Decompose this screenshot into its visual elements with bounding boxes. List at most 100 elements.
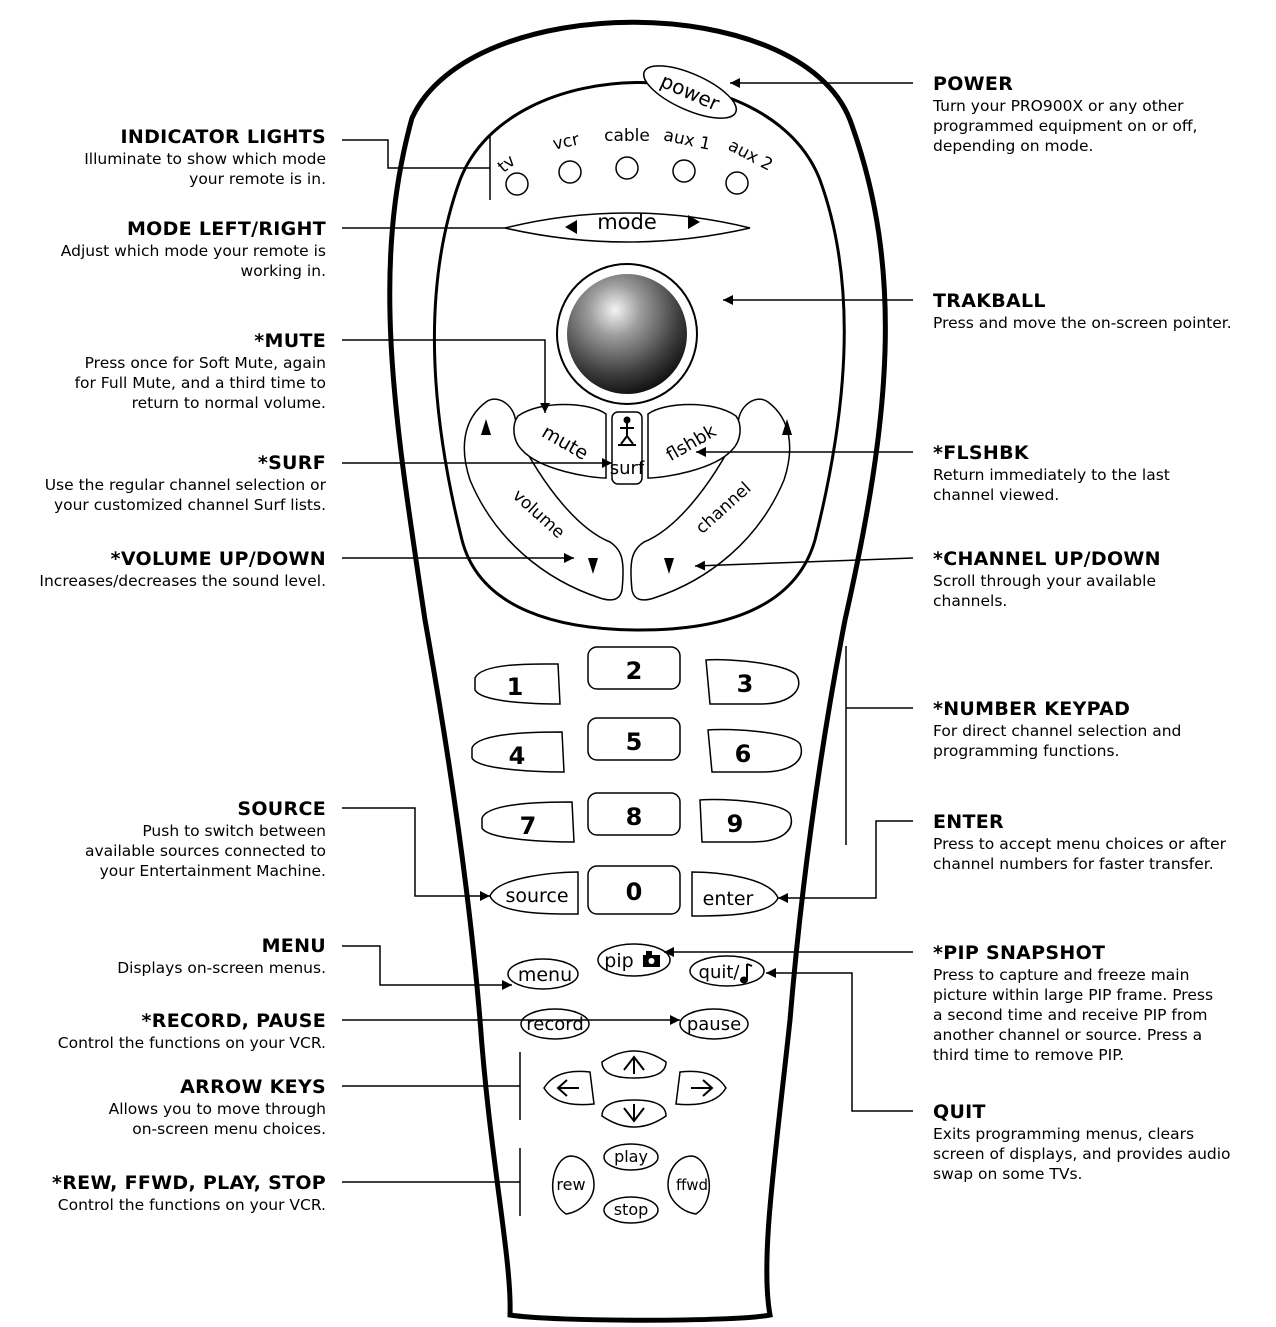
annotation-desc-line: Control the functions on your VCR.	[57, 1196, 326, 1214]
annotation-title: *CHANNEL UP/DOWN	[933, 548, 1161, 570]
annotation-desc-line: for Full Mute, and a third time to	[74, 374, 326, 392]
svg-text:3: 3	[737, 670, 754, 698]
annotation-desc-line: Press to accept menu choices or after	[933, 835, 1226, 853]
light-aux2	[725, 171, 749, 195]
key-8[interactable]: 8	[587, 792, 681, 836]
annotation-enter: ENTER Press to accept menu choices or af…	[933, 810, 1226, 874]
annotation-title: *REW, FFWD, PLAY, STOP	[52, 1172, 326, 1194]
annotation-desc-line: on-screen menu choices.	[132, 1120, 326, 1138]
annotation-desc-line: return to normal volume.	[131, 394, 326, 412]
annotation-indicator-lights: INDICATOR LIGHTS Illuminate to show whic…	[84, 125, 326, 189]
pause-label: pause	[687, 1014, 741, 1035]
svg-text:5: 5	[626, 728, 643, 756]
light-vcr	[558, 160, 582, 184]
svg-text:6: 6	[735, 740, 752, 768]
annotation-desc-line: screen of displays, and provides audio	[933, 1145, 1231, 1163]
light-cable	[615, 156, 639, 180]
mode-label: mode	[597, 210, 657, 234]
svg-text:0: 0	[626, 878, 643, 906]
svg-text:play: play	[614, 1147, 648, 1166]
annotation-desc-line: swap on some TVs.	[933, 1165, 1083, 1183]
annotation-title: MENU	[261, 935, 326, 957]
annotation-desc-line: channels.	[933, 592, 1008, 610]
annotation-title: POWER	[933, 73, 1014, 95]
svg-text:stop: stop	[614, 1200, 649, 1219]
annotation-mute: *MUTE Press once for Soft Mute, again fo…	[75, 329, 326, 413]
key-1[interactable]: 1	[474, 663, 561, 705]
trakball[interactable]	[556, 263, 698, 405]
annotation-desc-line: working in.	[240, 262, 326, 280]
annotation-desc-line: picture within large PIP frame. Press	[933, 986, 1214, 1004]
annotation-desc-line: Press once for Soft Mute, again	[84, 354, 326, 372]
annotation-desc-line: a second time and receive PIP from	[933, 1006, 1208, 1024]
svg-text:4: 4	[509, 742, 526, 770]
surf-button[interactable]: surf	[610, 411, 645, 485]
annotation-title: *FLSHBK	[933, 442, 1029, 464]
stop-button[interactable]: stop	[603, 1196, 659, 1224]
annotation-desc-line: Press to capture and freeze main	[933, 966, 1190, 984]
annotation-desc-line: Exits programming menus, clears	[933, 1125, 1195, 1143]
annotation-desc-line: Control the functions on your VCR.	[57, 1034, 326, 1052]
play-button[interactable]: play	[603, 1143, 659, 1171]
record-button[interactable]: record	[520, 1008, 590, 1040]
annotation-trakball: TRAKBALL Press and move the on-screen po…	[933, 289, 1232, 333]
svg-text:9: 9	[727, 810, 744, 838]
annotation-flshbk: *FLSHBK Return immediately to the last c…	[933, 441, 1170, 505]
annotation-arrow-keys: ARROW KEYS Allows you to move through on…	[109, 1075, 326, 1139]
annotation-desc-line: For direct channel selection and	[933, 722, 1182, 740]
annotation-surf: *SURF Use the regular channel selection …	[45, 451, 326, 515]
pip-label: pip	[604, 950, 633, 972]
annotation-desc-line: your customized channel Surf lists.	[53, 496, 326, 514]
annotation-desc-line: your remote is in.	[189, 170, 326, 188]
annotation-title: *PIP SNAPSHOT	[933, 942, 1106, 964]
annotation-desc-line: Illuminate to show which mode	[84, 150, 326, 168]
annotation-desc-line: available sources connected to	[84, 842, 326, 860]
source-label: source	[505, 885, 568, 907]
annotation-keypad: *NUMBER KEYPAD For direct channel select…	[933, 697, 1181, 761]
annotation-source: SOURCE Push to switch between available …	[85, 797, 326, 881]
annotation-title: *RECORD, PAUSE	[141, 1010, 326, 1032]
annotation-title: *SURF	[257, 452, 326, 474]
pause-button[interactable]: pause	[679, 1008, 749, 1040]
annotation-desc-line: Adjust which mode your remote is	[60, 242, 326, 260]
menu-label: menu	[518, 964, 572, 986]
record-label: record	[526, 1014, 584, 1035]
annotation-title: QUIT	[933, 1101, 986, 1123]
annotation-desc-line: channel viewed.	[933, 486, 1060, 504]
annotation-desc-line: Scroll through your available	[933, 572, 1156, 590]
annotation-desc-line: Displays on-screen menus.	[117, 959, 326, 977]
quit-label: quit/	[699, 962, 741, 983]
annotation-pip-snapshot: *PIP SNAPSHOT Press to capture and freez…	[933, 941, 1213, 1065]
annotation-menu: MENU Displays on-screen menus.	[117, 934, 326, 978]
annotation-power: POWER Turn your PRO900X or any other pro…	[933, 72, 1197, 156]
annotation-title: ENTER	[933, 811, 1004, 833]
annotation-record-pause: *RECORD, PAUSE Control the functions on …	[58, 1009, 326, 1053]
key-2[interactable]: 2	[587, 646, 681, 690]
enter-label: enter	[703, 888, 754, 910]
annotation-desc-line: Increases/decreases the sound level.	[39, 572, 326, 590]
annotation-title: INDICATOR LIGHTS	[120, 126, 326, 148]
surf-label: surf	[610, 458, 645, 479]
annotation-desc-line: channel numbers for faster transfer.	[933, 855, 1214, 873]
key-0[interactable]: 0	[587, 865, 681, 915]
annotation-desc-line: programming functions.	[933, 742, 1120, 760]
menu-button[interactable]: menu	[507, 958, 579, 990]
quit-button[interactable]: quit/	[689, 955, 765, 987]
pip-button[interactable]: pip	[597, 943, 671, 977]
annotation-title: SOURCE	[237, 798, 326, 820]
remote-diagram: power tv vcr cable aux 1 aux 2 mode volu…	[0, 0, 1276, 1327]
annotation-desc-line: another channel or source. Press a	[933, 1026, 1203, 1044]
annotation-desc-line: Turn your PRO900X or any other	[933, 97, 1184, 115]
annotation-title: ARROW KEYS	[180, 1076, 326, 1098]
svg-text:7: 7	[520, 812, 537, 840]
annotation-channel: *CHANNEL UP/DOWN Scroll through your ava…	[933, 547, 1161, 611]
annotation-title: TRAKBALL	[933, 290, 1046, 312]
annotation-desc-line: third time to remove PIP.	[933, 1046, 1125, 1064]
svg-text:8: 8	[626, 803, 643, 831]
key-5[interactable]: 5	[587, 717, 681, 761]
annotation-desc-line: Return immediately to the last	[933, 466, 1170, 484]
annotation-quit: QUIT Exits programming menus, clears scr…	[933, 1100, 1231, 1184]
annotation-volume: *VOLUME UP/DOWN Increases/decreases the …	[39, 547, 326, 591]
annotation-desc-line: depending on mode.	[933, 137, 1094, 155]
svg-text:rew: rew	[556, 1175, 585, 1194]
